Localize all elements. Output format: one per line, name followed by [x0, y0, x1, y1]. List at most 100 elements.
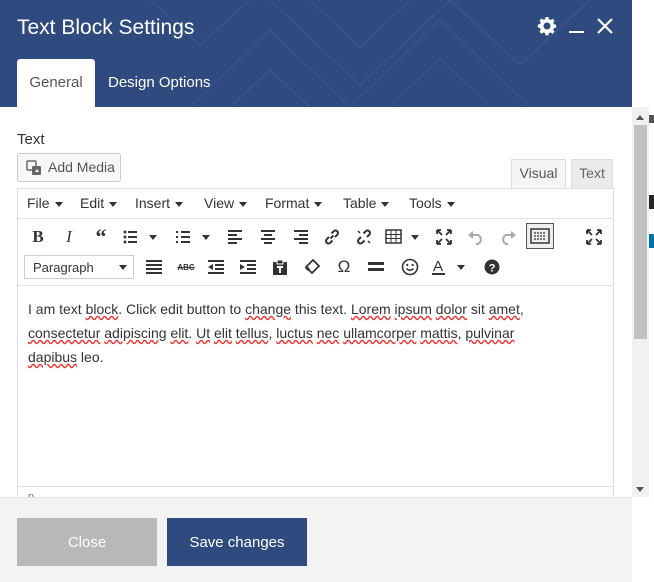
numbered-list-icon[interactable]: [175, 225, 211, 249]
text-run: luctus: [276, 325, 313, 341]
emoticon-icon[interactable]: [398, 255, 422, 279]
text-run: this text.: [291, 301, 351, 317]
align-left-icon[interactable]: [224, 225, 248, 249]
menu-format[interactable]: Format: [265, 195, 323, 211]
scroll-thumb[interactable]: [634, 125, 647, 339]
text-run: mattis: [420, 325, 458, 341]
paste-text-icon[interactable]: [268, 255, 292, 279]
redo-icon[interactable]: [496, 225, 520, 249]
help-icon[interactable]: ?: [480, 255, 504, 279]
chevron-down-icon: [381, 201, 390, 207]
menu-view[interactable]: View: [204, 195, 248, 211]
dialog-header: Text Block Settings General Design Optio…: [0, 0, 632, 107]
link-icon[interactable]: [320, 225, 344, 249]
expand-icon[interactable]: [582, 225, 606, 249]
paragraph-format-select[interactable]: Paragraph: [24, 255, 134, 279]
menu-edit-label: Edit: [80, 195, 105, 211]
editor-statusbar: p: [18, 486, 613, 497]
chevron-down-icon: [239, 201, 248, 207]
text-run: ullamcorper: [343, 325, 417, 341]
chevron-down-icon: [109, 201, 118, 207]
horizontal-line-icon[interactable]: [364, 255, 388, 279]
unlink-icon[interactable]: [352, 225, 376, 249]
vertical-scrollbar[interactable]: [632, 107, 649, 497]
bold-icon[interactable]: B: [26, 225, 50, 249]
menu-table-label: Table: [343, 195, 377, 211]
text-run: I am text: [28, 301, 86, 317]
menu-table[interactable]: Table: [343, 195, 390, 211]
fullscreen-icon[interactable]: [432, 225, 456, 249]
tab-text[interactable]: Text: [571, 159, 613, 188]
bullet-list-icon[interactable]: [122, 225, 158, 249]
table-icon[interactable]: [384, 225, 420, 249]
scroll-up-icon[interactable]: [636, 115, 644, 120]
content-line-2: consectetur adipiscing elit. Ut elit tel…: [28, 321, 603, 345]
save-changes-button[interactable]: Save changes: [167, 518, 307, 566]
text-run: . Click edit button to: [118, 301, 246, 317]
text-run: change: [245, 301, 292, 317]
scroll-down-icon[interactable]: [636, 487, 644, 492]
undo-icon[interactable]: [464, 225, 488, 249]
text-run: ,: [519, 301, 524, 317]
align-center-icon[interactable]: [256, 225, 280, 249]
menu-insert-label: Insert: [135, 195, 171, 211]
strikethrough-icon[interactable]: ABC: [174, 255, 198, 279]
menu-file[interactable]: File: [27, 195, 63, 211]
dialog-title: Text Block Settings: [17, 16, 195, 39]
paragraph-format-value: Paragraph: [33, 260, 94, 275]
text-run: tellus: [235, 325, 269, 341]
background-page-edge: [649, 107, 654, 497]
close-icon[interactable]: [596, 16, 620, 40]
align-right-icon[interactable]: [288, 225, 312, 249]
outdent-icon[interactable]: [204, 255, 228, 279]
special-char-icon[interactable]: Ω: [332, 255, 356, 279]
close-button[interactable]: Close: [17, 518, 157, 566]
content-line-3: dapibus leo.: [28, 345, 603, 369]
chevron-down-icon: [119, 265, 127, 270]
text-run: Ut: [196, 325, 211, 341]
text-run: amet: [488, 301, 520, 317]
editor-content[interactable]: I am text block. Click edit button to ch…: [18, 287, 613, 485]
keyboard-toggle-icon[interactable]: [526, 223, 554, 249]
menu-edit[interactable]: Edit: [80, 195, 118, 211]
add-media-button[interactable]: Add Media: [17, 153, 121, 182]
chevron-down-icon: [54, 201, 63, 207]
text-run: Lorem: [350, 301, 391, 317]
menu-tools-label: Tools: [409, 195, 442, 211]
tab-general[interactable]: General: [17, 59, 95, 107]
gear-icon[interactable]: [537, 16, 561, 40]
text-run: block: [85, 301, 119, 317]
text-run: leo.: [77, 349, 104, 365]
tab-design-options[interactable]: Design Options: [95, 59, 224, 107]
chevron-down-icon: [446, 201, 455, 207]
chevron-down-icon: [175, 201, 184, 207]
indent-icon[interactable]: [236, 255, 260, 279]
svg-text:?: ?: [489, 263, 496, 275]
svg-text:A: A: [433, 258, 443, 275]
tab-visual[interactable]: Visual: [511, 159, 566, 188]
justify-icon[interactable]: [142, 255, 166, 279]
background-mark: [649, 234, 654, 248]
background-mark: [649, 115, 654, 123]
chevron-down-icon: [314, 201, 323, 207]
menu-insert[interactable]: Insert: [135, 195, 184, 211]
menu-tools[interactable]: Tools: [409, 195, 455, 211]
minimize-icon[interactable]: [568, 16, 592, 40]
blockquote-icon[interactable]: “: [89, 224, 113, 249]
text-run: ipsum: [394, 301, 432, 317]
menu-format-label: Format: [265, 195, 310, 211]
media-icon: [26, 160, 42, 176]
clear-format-icon[interactable]: [300, 255, 324, 279]
text-color-icon[interactable]: A: [430, 255, 466, 279]
menu-view-label: View: [204, 195, 235, 211]
text-run: adipiscing: [104, 325, 167, 341]
dialog-body: Text Add Media Visual Text File Edit Ins…: [0, 107, 632, 497]
dialog-footer: Close Save changes: [0, 497, 632, 582]
text-run: nec: [316, 325, 340, 341]
text-run: sit: [466, 301, 489, 317]
text-run: elit: [170, 325, 189, 341]
rich-text-editor: File Edit Insert View Format Table Tools…: [17, 188, 614, 497]
editor-menubar: File Edit Insert View Format Table Tools: [18, 189, 613, 219]
italic-icon[interactable]: I: [57, 225, 81, 249]
add-media-label: Add Media: [48, 159, 115, 175]
